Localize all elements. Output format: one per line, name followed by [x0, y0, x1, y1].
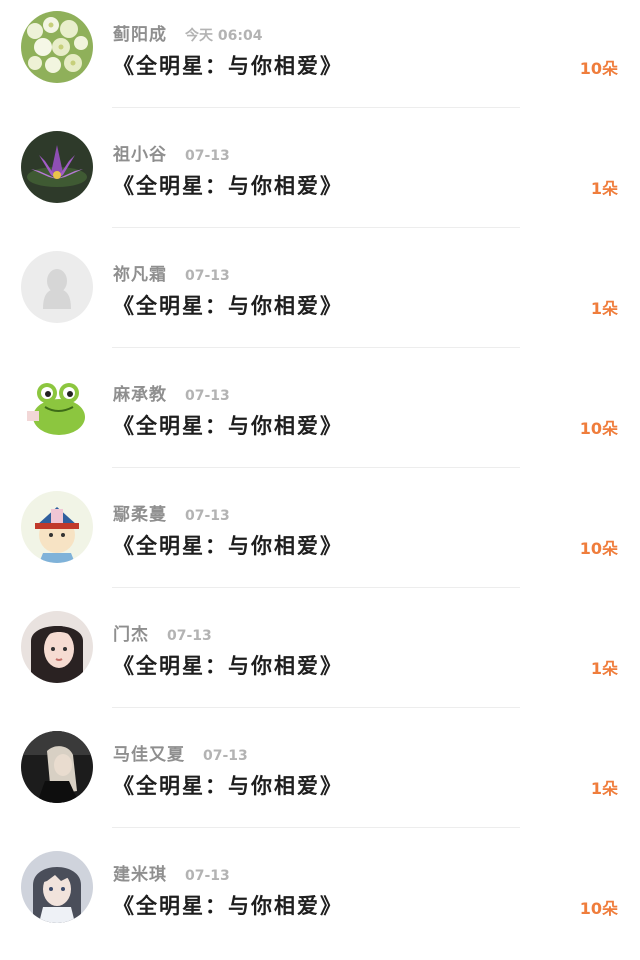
user-name[interactable]: 麻承教 [113, 380, 167, 405]
entry-meta: 蓟阳成 今天 06:04 [113, 20, 263, 45]
entry-meta: 马佳又夏 07-13 [113, 740, 248, 765]
work-title[interactable]: 《全明星：与你相爱》 [113, 170, 343, 200]
gift-count: 1朵 [590, 659, 618, 678]
work-title[interactable]: 《全明星：与你相爱》 [113, 290, 343, 320]
entry-meta: 祖小谷 07-13 [113, 140, 230, 165]
list-item[interactable]: 门杰 07-13 《全明星：与你相爱》 1朵 [0, 600, 640, 720]
timestamp: 07-13 [185, 508, 230, 524]
list-item[interactable]: 祢凡霜 07-13 《全明星：与你相爱》 1朵 [0, 240, 640, 360]
user-name[interactable]: 马佳又夏 [113, 740, 185, 765]
gift-count: 10朵 [579, 419, 618, 438]
entry-meta: 鄢柔蔓 07-13 [113, 500, 230, 525]
list-item[interactable]: 建米琪 07-13 《全明星：与你相爱》 10朵 [0, 840, 640, 960]
divider [112, 587, 520, 588]
avatar[interactable] [21, 11, 93, 83]
gift-count: 10朵 [579, 59, 618, 78]
avatar[interactable] [21, 491, 93, 563]
anime-character-icon [21, 851, 93, 923]
timestamp: 07-13 [185, 388, 230, 404]
work-title[interactable]: 《全明星：与你相爱》 [113, 530, 343, 560]
entry-meta: 建米琪 07-13 [113, 860, 230, 885]
list-item[interactable]: 鄢柔蔓 07-13 《全明星：与你相爱》 10朵 [0, 480, 640, 600]
default-user-icon [21, 251, 93, 323]
list-item[interactable]: 祖小谷 07-13 《全明星：与你相爱》 1朵 [0, 120, 640, 240]
purple-lotus-icon [21, 131, 93, 203]
gift-record-list: 蓟阳成 今天 06:04 《全明星：与你相爱》 10朵 祖小谷 07-13 《全… [0, 0, 640, 960]
user-name[interactable]: 祢凡霜 [113, 260, 167, 285]
timestamp: 07-13 [185, 868, 230, 884]
entry-meta: 祢凡霜 07-13 [113, 260, 230, 285]
divider [112, 107, 520, 108]
avatar[interactable] [21, 851, 93, 923]
work-title[interactable]: 《全明星：与你相爱》 [113, 890, 343, 920]
avatar[interactable] [21, 611, 93, 683]
portrait-in-car-icon [21, 731, 93, 803]
entry-meta: 门杰 07-13 [113, 620, 212, 645]
divider [112, 227, 520, 228]
gift-count: 10朵 [579, 539, 618, 558]
avatar[interactable] [21, 731, 93, 803]
work-title[interactable]: 《全明星：与你相爱》 [113, 410, 343, 440]
entry-meta: 麻承教 07-13 [113, 380, 230, 405]
list-item[interactable]: 马佳又夏 07-13 《全明星：与你相爱》 1朵 [0, 720, 640, 840]
timestamp: 07-13 [203, 748, 248, 764]
list-item[interactable]: 蓟阳成 今天 06:04 《全明星：与你相爱》 10朵 [0, 0, 640, 120]
user-name[interactable]: 鄢柔蔓 [113, 500, 167, 525]
timestamp: 07-13 [167, 628, 212, 644]
work-title[interactable]: 《全明星：与你相爱》 [113, 770, 343, 800]
user-name[interactable]: 祖小谷 [113, 140, 167, 165]
divider [112, 827, 520, 828]
work-title[interactable]: 《全明星：与你相爱》 [113, 650, 343, 680]
user-name[interactable]: 门杰 [113, 620, 149, 645]
avatar[interactable] [21, 371, 93, 443]
gift-count: 1朵 [590, 179, 618, 198]
timestamp: 今天 06:04 [185, 28, 263, 44]
divider [112, 347, 520, 348]
gift-count: 1朵 [590, 299, 618, 318]
portrait-icon [21, 611, 93, 683]
cartoon-character-icon [21, 491, 93, 563]
user-name[interactable]: 蓟阳成 [113, 20, 167, 45]
list-item[interactable]: 麻承教 07-13 《全明星：与你相爱》 10朵 [0, 360, 640, 480]
user-name[interactable]: 建米琪 [113, 860, 167, 885]
white-flowers-icon [21, 11, 93, 83]
frog-icon [21, 371, 93, 443]
gift-count: 10朵 [579, 899, 618, 918]
avatar[interactable] [21, 251, 93, 323]
gift-count: 1朵 [590, 779, 618, 798]
divider [112, 707, 520, 708]
divider [112, 467, 520, 468]
work-title[interactable]: 《全明星：与你相爱》 [113, 50, 343, 80]
timestamp: 07-13 [185, 268, 230, 284]
timestamp: 07-13 [185, 148, 230, 164]
avatar[interactable] [21, 131, 93, 203]
